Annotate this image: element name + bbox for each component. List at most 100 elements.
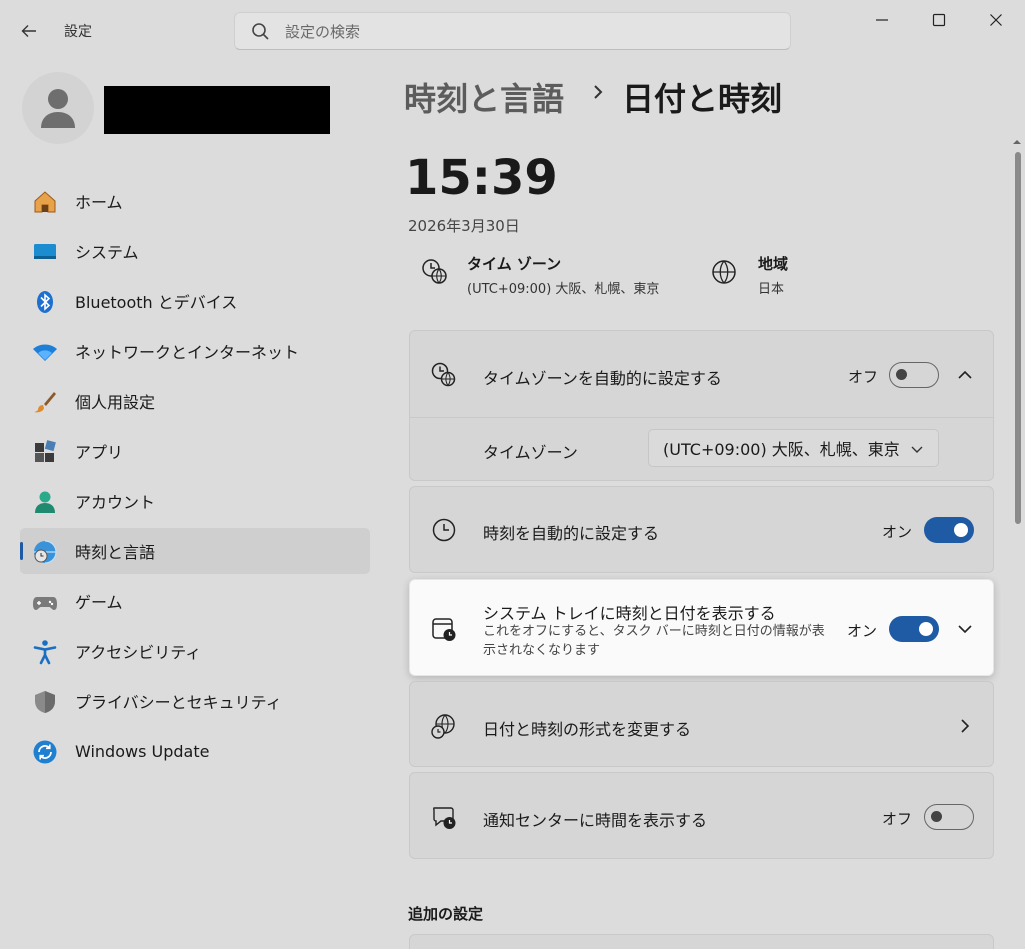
systray-description: これをオフにすると、タスク バーに時刻と日付の情報が表示されなくなります [483,624,825,658]
chevron-down-icon [911,446,923,453]
sidebar-item-home[interactable]: ホーム [20,178,370,224]
sidebar-item-accounts[interactable]: アカウント [20,478,370,524]
close-icon [990,14,1002,26]
format-card[interactable]: 日付と時刻の形式を変更する [409,681,994,767]
sidebar-item-label: 時刻と言語 [75,543,156,562]
breadcrumb-parent[interactable]: 時刻と言語 [404,74,564,120]
update-icon [33,740,57,764]
sidebar-nav: ホーム システム Bluetooth とデバイス ネットワークとインターネット … [20,178,370,778]
auto-timezone-state: オフ [848,368,879,386]
home-icon [34,191,56,213]
chevron-down-icon[interactable] [955,619,975,639]
minimize-button[interactable] [859,6,905,34]
sidebar-item-bluetooth[interactable]: Bluetooth とデバイス [20,278,370,324]
scroll-up-arrow-icon[interactable] [1012,137,1022,147]
calendar-clock-icon [432,618,456,641]
back-button[interactable] [14,16,44,46]
systray-toggle[interactable] [889,616,939,642]
chevron-right-icon [961,719,970,733]
maximize-button[interactable] [916,6,962,34]
auto-timezone-label: タイムゾーンを自動的に設定する [483,369,722,388]
sidebar-item-gaming[interactable]: ゲーム [20,578,370,624]
sidebar-item-label: アプリ [75,443,124,462]
region-value: 日本 [758,282,785,297]
gamepad-icon [33,597,57,610]
systray-card[interactable]: システム トレイに時刻と日付を表示する これをオフにすると、タスク バーに時刻と… [409,579,994,676]
brush-icon [34,392,56,413]
notification-toggle[interactable] [924,804,974,830]
shield-icon [35,691,55,713]
person-icon [41,89,75,128]
auto-timezone-toggle[interactable] [889,362,939,388]
sidebar-item-label: Bluetooth とデバイス [75,293,238,312]
system-icon [34,244,56,259]
current-time: 15:39 [405,150,558,206]
sidebar-item-label: 個人用設定 [75,393,156,412]
settings-window: 設定 設定の検索 ホーム システム Bluetooth とデバイス ネットワーク… [0,0,1025,949]
sidebar-item-label: プライバシーとセキュリティ [75,693,282,712]
timezone-select[interactable]: (UTC+09:00) 大阪、札幌、東京 [648,429,939,467]
maximize-icon [932,13,946,27]
sidebar-item-label: ホーム [75,193,123,212]
notification-clock-icon [433,807,456,829]
sidebar-item-personalization[interactable]: 個人用設定 [20,378,370,424]
sidebar-item-time-language[interactable]: 時刻と言語 [20,528,370,574]
notification-card[interactable]: 通知センターに時間を表示する オフ [409,772,994,859]
current-date: 2026年3月30日 [408,217,520,235]
profile-name-redacted [104,86,330,134]
timezone-icon [422,259,447,284]
format-label: 日付と時刻の形式を変更する [483,720,692,739]
arrow-left-icon [21,25,36,37]
page-title: 日付と時刻 [622,80,783,118]
systray-state: オン [847,622,878,640]
sidebar-item-label: アクセシビリティ [75,643,202,662]
chevron-up-icon[interactable] [955,365,975,385]
accessibility-icon [33,640,57,665]
region-title: 地域 [758,255,789,273]
wifi-icon [33,344,57,361]
search-icon [252,23,269,40]
time-language-icon [34,540,57,564]
sidebar-item-apps[interactable]: アプリ [20,428,370,474]
account-icon [35,491,55,513]
systray-label: システム トレイに時刻と日付を表示する [483,604,776,623]
apps-icon [35,440,56,462]
timezone-select-label: タイムゾーン [483,443,578,462]
timezone-select-value: (UTC+09:00) 大阪、札幌、東京 [663,440,900,459]
globe-clock-icon [431,714,455,739]
search-placeholder: 設定の検索 [285,22,361,41]
bluetooth-icon [37,291,53,313]
sidebar-item-label: ネットワークとインターネット [75,343,300,362]
chevron-right-icon [594,85,603,99]
active-indicator [20,542,23,560]
sidebar-item-system[interactable]: システム [20,228,370,274]
scrollbar-thumb[interactable] [1015,152,1021,524]
sidebar-item-label: システム [75,243,139,262]
avatar[interactable] [22,72,94,144]
sidebar-item-accessibility[interactable]: アクセシビリティ [20,628,370,674]
notification-label: 通知センターに時間を表示する [483,811,708,830]
sidebar-item-label: Windows Update [75,741,210,761]
sidebar-item-network[interactable]: ネットワークとインターネット [20,328,370,374]
sidebar-item-windows-update[interactable]: Windows Update [20,728,370,774]
clock-icon [432,518,456,542]
globe-icon [712,260,736,284]
auto-time-card[interactable]: 時刻を自動的に設定する オン [409,486,994,573]
sidebar-item-label: ゲーム [75,593,123,612]
section-title: 追加の設定 [408,905,484,923]
auto-time-label: 時刻を自動的に設定する [483,524,660,543]
timezone-clock-globe-icon [431,362,456,387]
auto-time-state: オン [882,523,913,541]
timezone-title: タイム ゾーン [467,255,562,273]
divider [410,417,993,418]
sidebar-item-label: アカウント [75,493,156,512]
close-button[interactable] [973,6,1019,34]
sidebar-item-privacy[interactable]: プライバシーとセキュリティ [20,678,370,724]
timezone-value: (UTC+09:00) 大阪、札幌、東京 [467,282,660,297]
search-box[interactable]: 設定の検索 [234,12,791,50]
additional-settings-card[interactable] [409,934,994,949]
auto-timezone-card: タイムゾーンを自動的に設定する オフ タイムゾーン (UTC+09:00) 大阪… [409,330,994,481]
app-title: 設定 [64,24,92,40]
notification-state: オフ [882,810,913,828]
auto-time-toggle[interactable] [924,517,974,543]
